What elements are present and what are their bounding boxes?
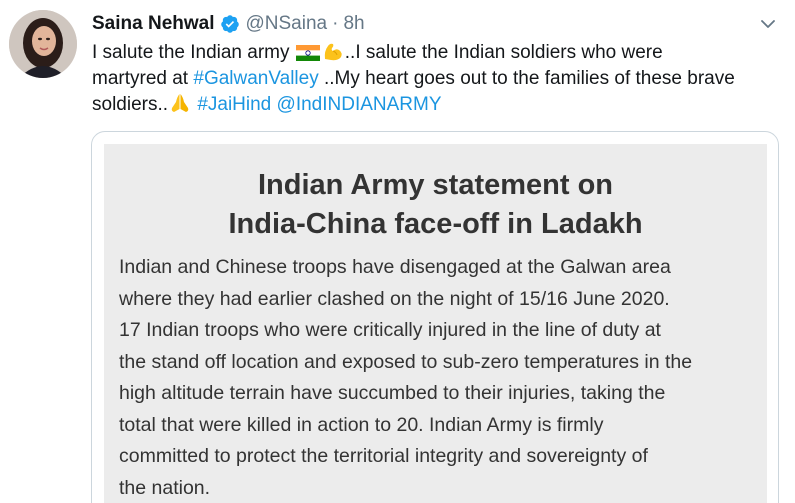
statement-line: Indian and Chinese troops have disengage… (119, 256, 671, 278)
tweet-text-part: soldiers.. (92, 94, 169, 115)
verified-badge-icon (220, 14, 240, 34)
statement-line: the nation. (119, 476, 211, 499)
hashtag-link[interactable]: #JaiHind (197, 94, 271, 115)
media-card[interactable]: Indian Army statement on India-China fac… (91, 131, 779, 503)
tweet-text: I salute the Indian army ..I salute the … (92, 40, 787, 118)
statement-title-line: Indian Army statement on (257, 169, 614, 201)
statement-title: Indian Army statement on India-China fac… (104, 166, 767, 244)
timestamp[interactable]: 8h (343, 13, 364, 35)
statement-line: committed to protect the territorial int… (119, 445, 648, 467)
statement-line: where they had earlier clashed on the ni… (119, 287, 670, 310)
separator-dot: · (332, 13, 339, 34)
avatar[interactable] (9, 10, 77, 78)
hashtag-link[interactable]: #GalwanValley (193, 68, 318, 89)
folded-hands-icon (169, 92, 191, 122)
tweet-header: Saina Nehwal @NSaina · 8h (92, 11, 365, 37)
tweet-text-part: I salute the Indian army (92, 42, 295, 63)
tweet-line-2: martyred at #GalwanValley ..My heart goe… (92, 66, 787, 92)
display-name[interactable]: Saina Nehwal (92, 13, 215, 35)
tweet-text-part: ..My heart goes out to the families of t… (318, 68, 735, 89)
tweet-text-part: ..I salute the Indian soldiers who were (344, 42, 663, 63)
statement-line: high altitude terrain have succumbed to … (119, 382, 666, 404)
statement-body: Indian and Chinese troops have disengage… (119, 252, 759, 503)
statement-line: total that were killed in action to 20. … (119, 413, 604, 436)
tweet-line-1: I salute the Indian army ..I salute the … (92, 40, 787, 66)
handle[interactable]: @NSaina (246, 13, 328, 35)
tweet-text-part: martyred at (92, 68, 194, 89)
statement-title-line: India-China face-off in Ladakh (228, 208, 643, 240)
tweet: Saina Nehwal @NSaina · 8h I salute the I… (0, 0, 795, 503)
tweet-line-3: soldiers.. #JaiHind @IndINDIANARMY (92, 92, 787, 118)
statement-line: the stand off location and exposed to su… (119, 350, 693, 373)
chevron-down-icon[interactable] (758, 14, 778, 34)
statement-image[interactable]: Indian Army statement on India-China fac… (104, 144, 767, 503)
statement-line: 17 Indian troops who were critically inj… (119, 319, 661, 341)
mention-link[interactable]: @IndINDIANARMY (277, 94, 442, 115)
